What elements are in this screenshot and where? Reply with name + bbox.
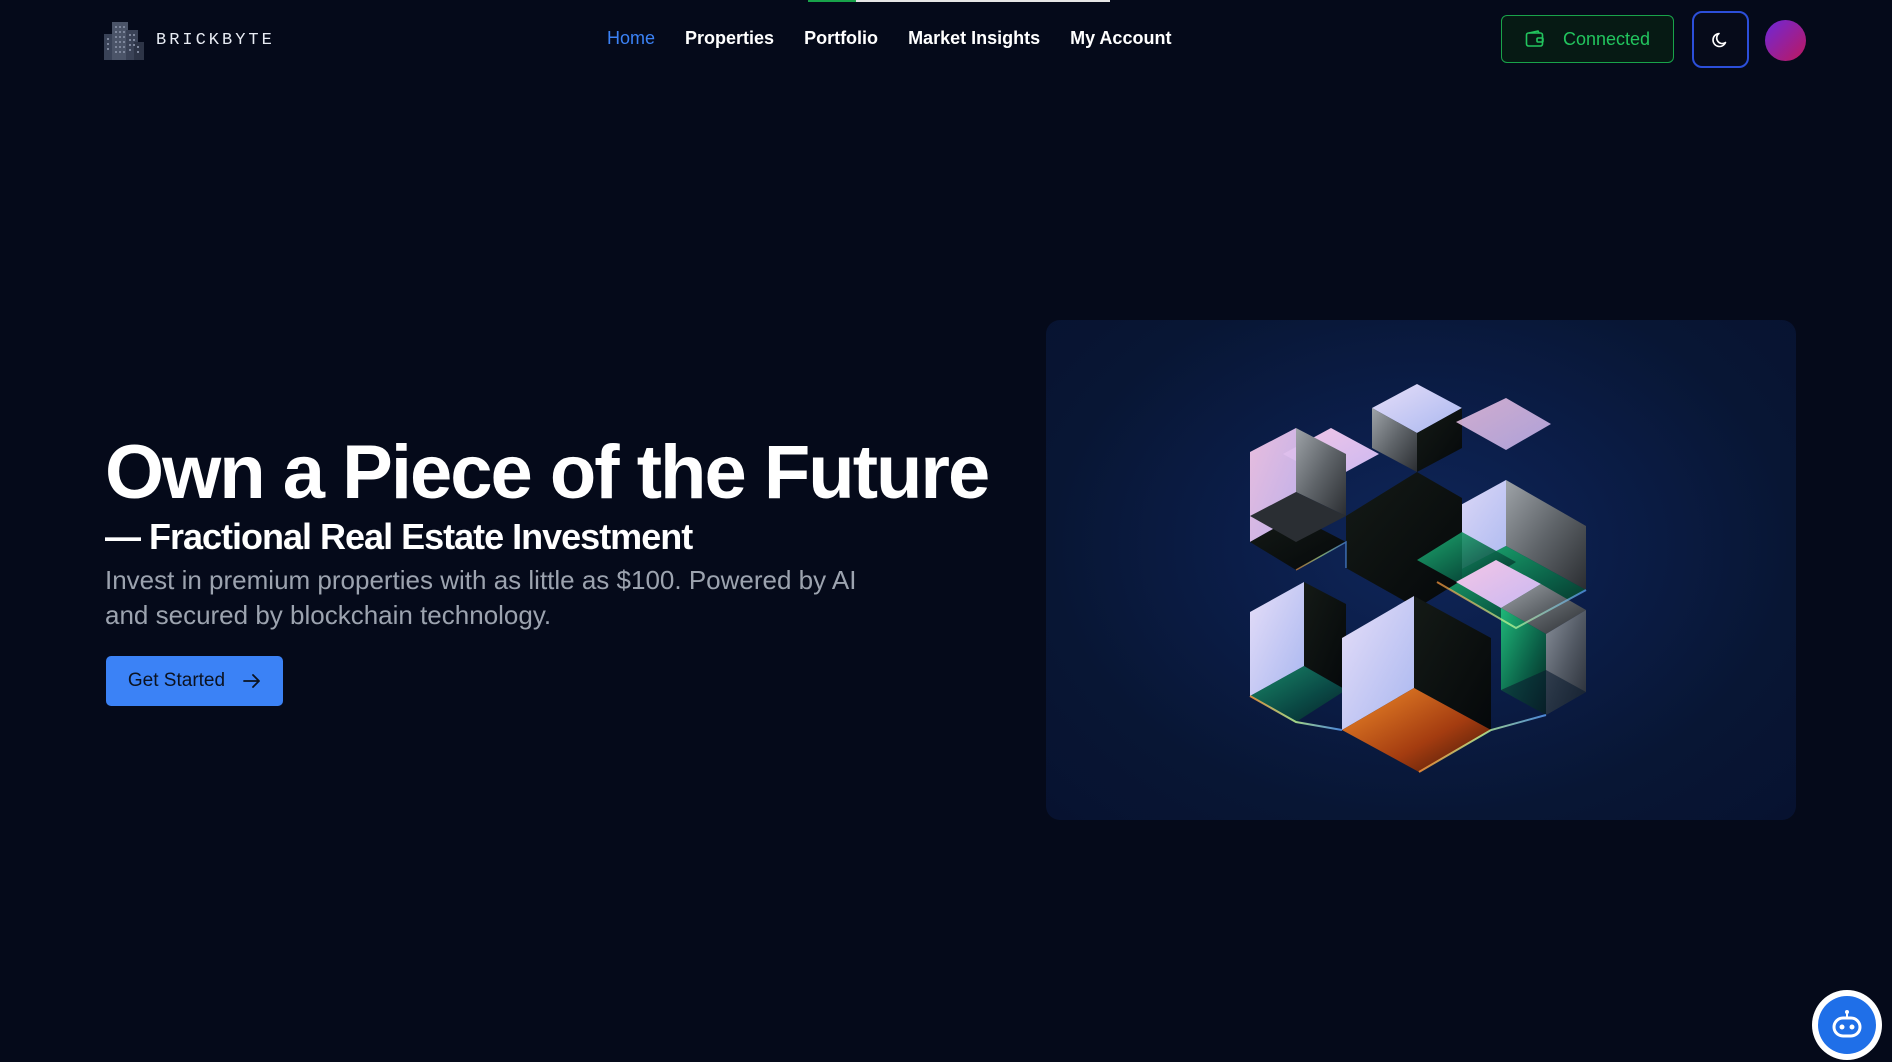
building-icon (104, 22, 144, 60)
avatar[interactable] (1765, 20, 1806, 61)
arrow-right-icon (243, 674, 260, 688)
page: BRICKBYTE Home Properties Portfolio Mark… (0, 0, 1892, 1062)
get-started-label: Get Started (127, 670, 226, 691)
get-started-button[interactable]: Get Started (106, 656, 283, 706)
nav-item-market-insights[interactable]: Market Insights (908, 28, 1040, 49)
wallet-connected-label: Connected (1562, 28, 1651, 49)
site-header: BRICKBYTE Home Properties Portfolio Mark… (0, 0, 1892, 80)
chatbot-button-inner (1818, 996, 1876, 1054)
nav-item-portfolio[interactable]: Portfolio (804, 28, 878, 49)
moon-icon (1711, 32, 1726, 47)
theme-toggle-button[interactable] (1692, 11, 1749, 68)
hero-description: Invest in premium properties with as lit… (105, 565, 857, 630)
nav-item-my-account[interactable]: My Account (1070, 28, 1171, 49)
hero-subtitle: — Fractional Real Estate Investment (105, 516, 693, 557)
hero-illustration-card (1046, 320, 1796, 820)
wallet-icon (1525, 30, 1544, 47)
brand-logo[interactable]: BRICKBYTE (102, 20, 275, 60)
chatbot-button[interactable] (1812, 990, 1882, 1060)
nav-item-properties[interactable]: Properties (685, 28, 774, 49)
brand-name: BRICKBYTE (156, 30, 275, 50)
nav-item-home[interactable]: Home (607, 28, 655, 49)
iridescent-cubes-illustration (1249, 384, 1587, 773)
main-nav: Home Properties Portfolio Market Insight… (607, 28, 1171, 49)
hero-title: Own a Piece of the Future (105, 430, 990, 515)
robot-icon (1832, 1010, 1862, 1038)
wallet-connected-button[interactable]: Connected (1501, 15, 1674, 63)
